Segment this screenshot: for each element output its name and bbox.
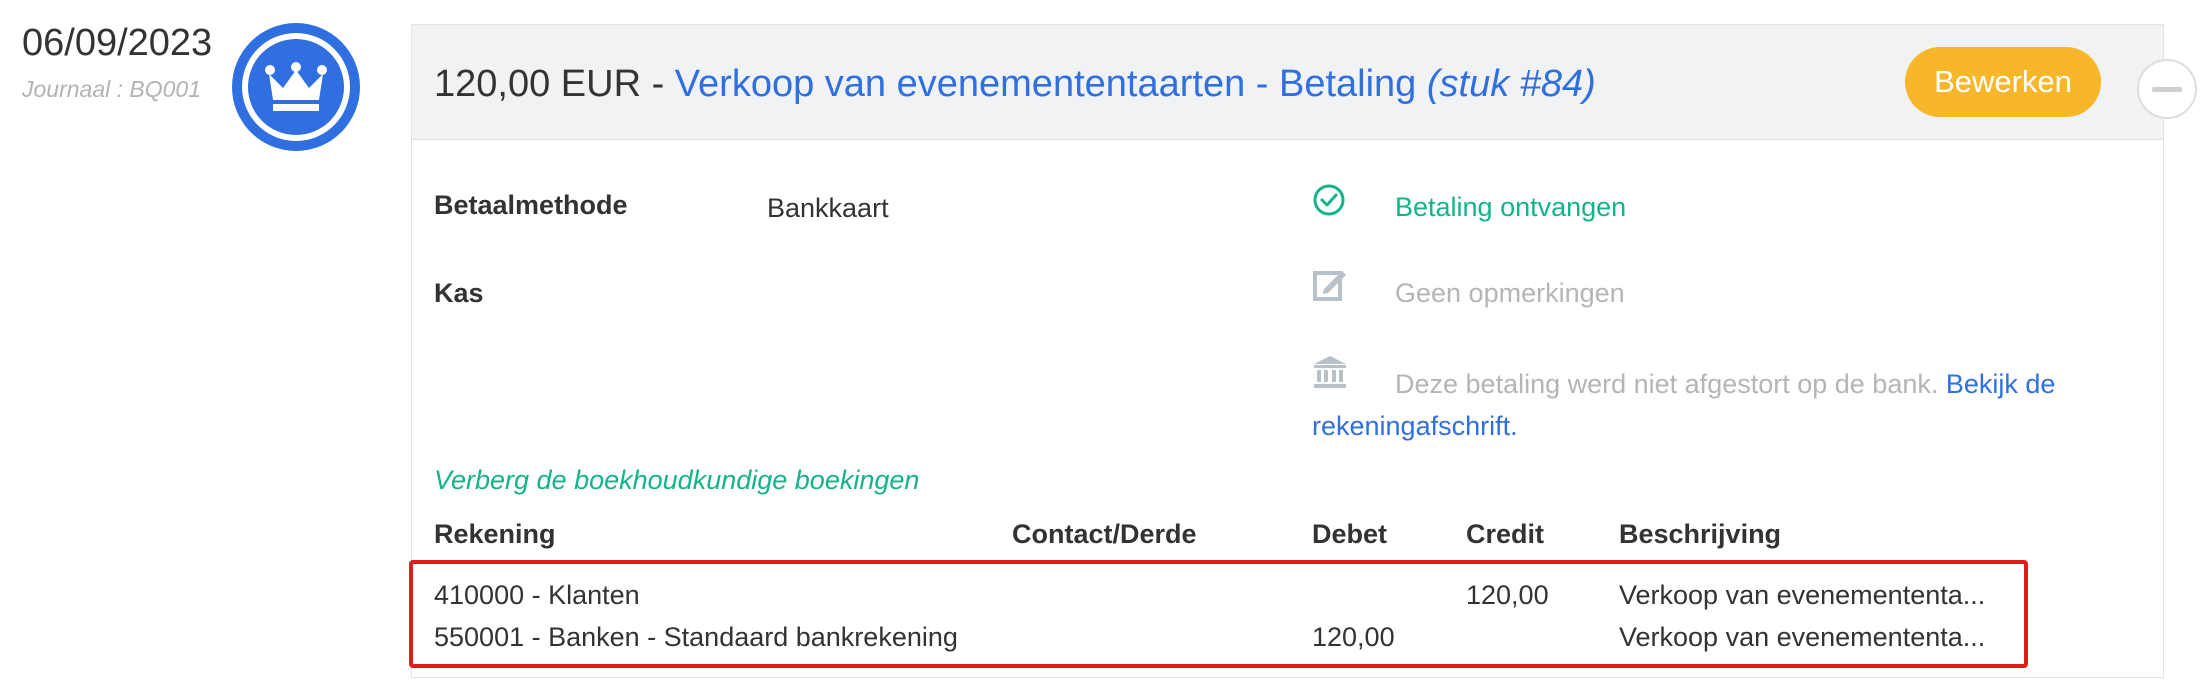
payment-method-value: Bankkaart: [767, 193, 889, 223]
bank-note-period: .: [1510, 411, 1518, 441]
payment-amount: 120,00 EUR: [434, 63, 642, 105]
bank-note-text: Deze betaling werd niet afgestort op de …: [1395, 369, 1939, 399]
payment-card: 120,00 EUR - Verkoop van evenemententaar…: [409, 24, 2164, 678]
payment-method-label: Betaalmethode: [434, 190, 628, 220]
piece-number[interactable]: (stuk #84): [1427, 63, 1596, 105]
payment-title: 120,00 EUR - Verkoop van evenemententaar…: [434, 63, 1596, 106]
payment-description-link[interactable]: Verkoop van evenemententaarten - Betalin…: [675, 63, 1417, 105]
column-header-credit: Credit: [1466, 519, 1545, 549]
title-separator: -: [641, 63, 675, 105]
check-circle-icon: [1313, 184, 1345, 216]
column-header-contact: Contact/Derde: [1012, 519, 1197, 549]
avatar: [232, 23, 360, 151]
minus-circle-icon: [2152, 86, 2182, 92]
ledger-rows-highlight: [409, 560, 2028, 668]
column-header-description: Beschrijving: [1619, 519, 1782, 549]
payment-status: Betaling ontvangen: [1395, 192, 1627, 222]
remarks-status: Geen opmerkingen: [1395, 278, 1625, 308]
bank-deposit-note: Deze betaling werd niet afgestort op de …: [1312, 363, 2132, 447]
card-header: 120,00 EUR - Verkoop van evenemententaar…: [412, 25, 2163, 140]
entry-date: 06/09/2023: [22, 22, 213, 64]
column-header-account: Rekening: [434, 519, 556, 549]
edit-note-icon: [1313, 271, 1346, 301]
edit-button[interactable]: Bewerken: [1905, 47, 2101, 117]
cash-label: Kas: [434, 278, 484, 308]
journal-code: Journaal : BQ001: [22, 76, 202, 102]
collapse-button[interactable]: [2137, 59, 2197, 119]
crown-icon: [265, 62, 327, 111]
toggle-ledger-entries-link[interactable]: Verberg de boekhoudkundige boekingen: [434, 465, 919, 496]
column-header-debit: Debet: [1312, 519, 1388, 549]
